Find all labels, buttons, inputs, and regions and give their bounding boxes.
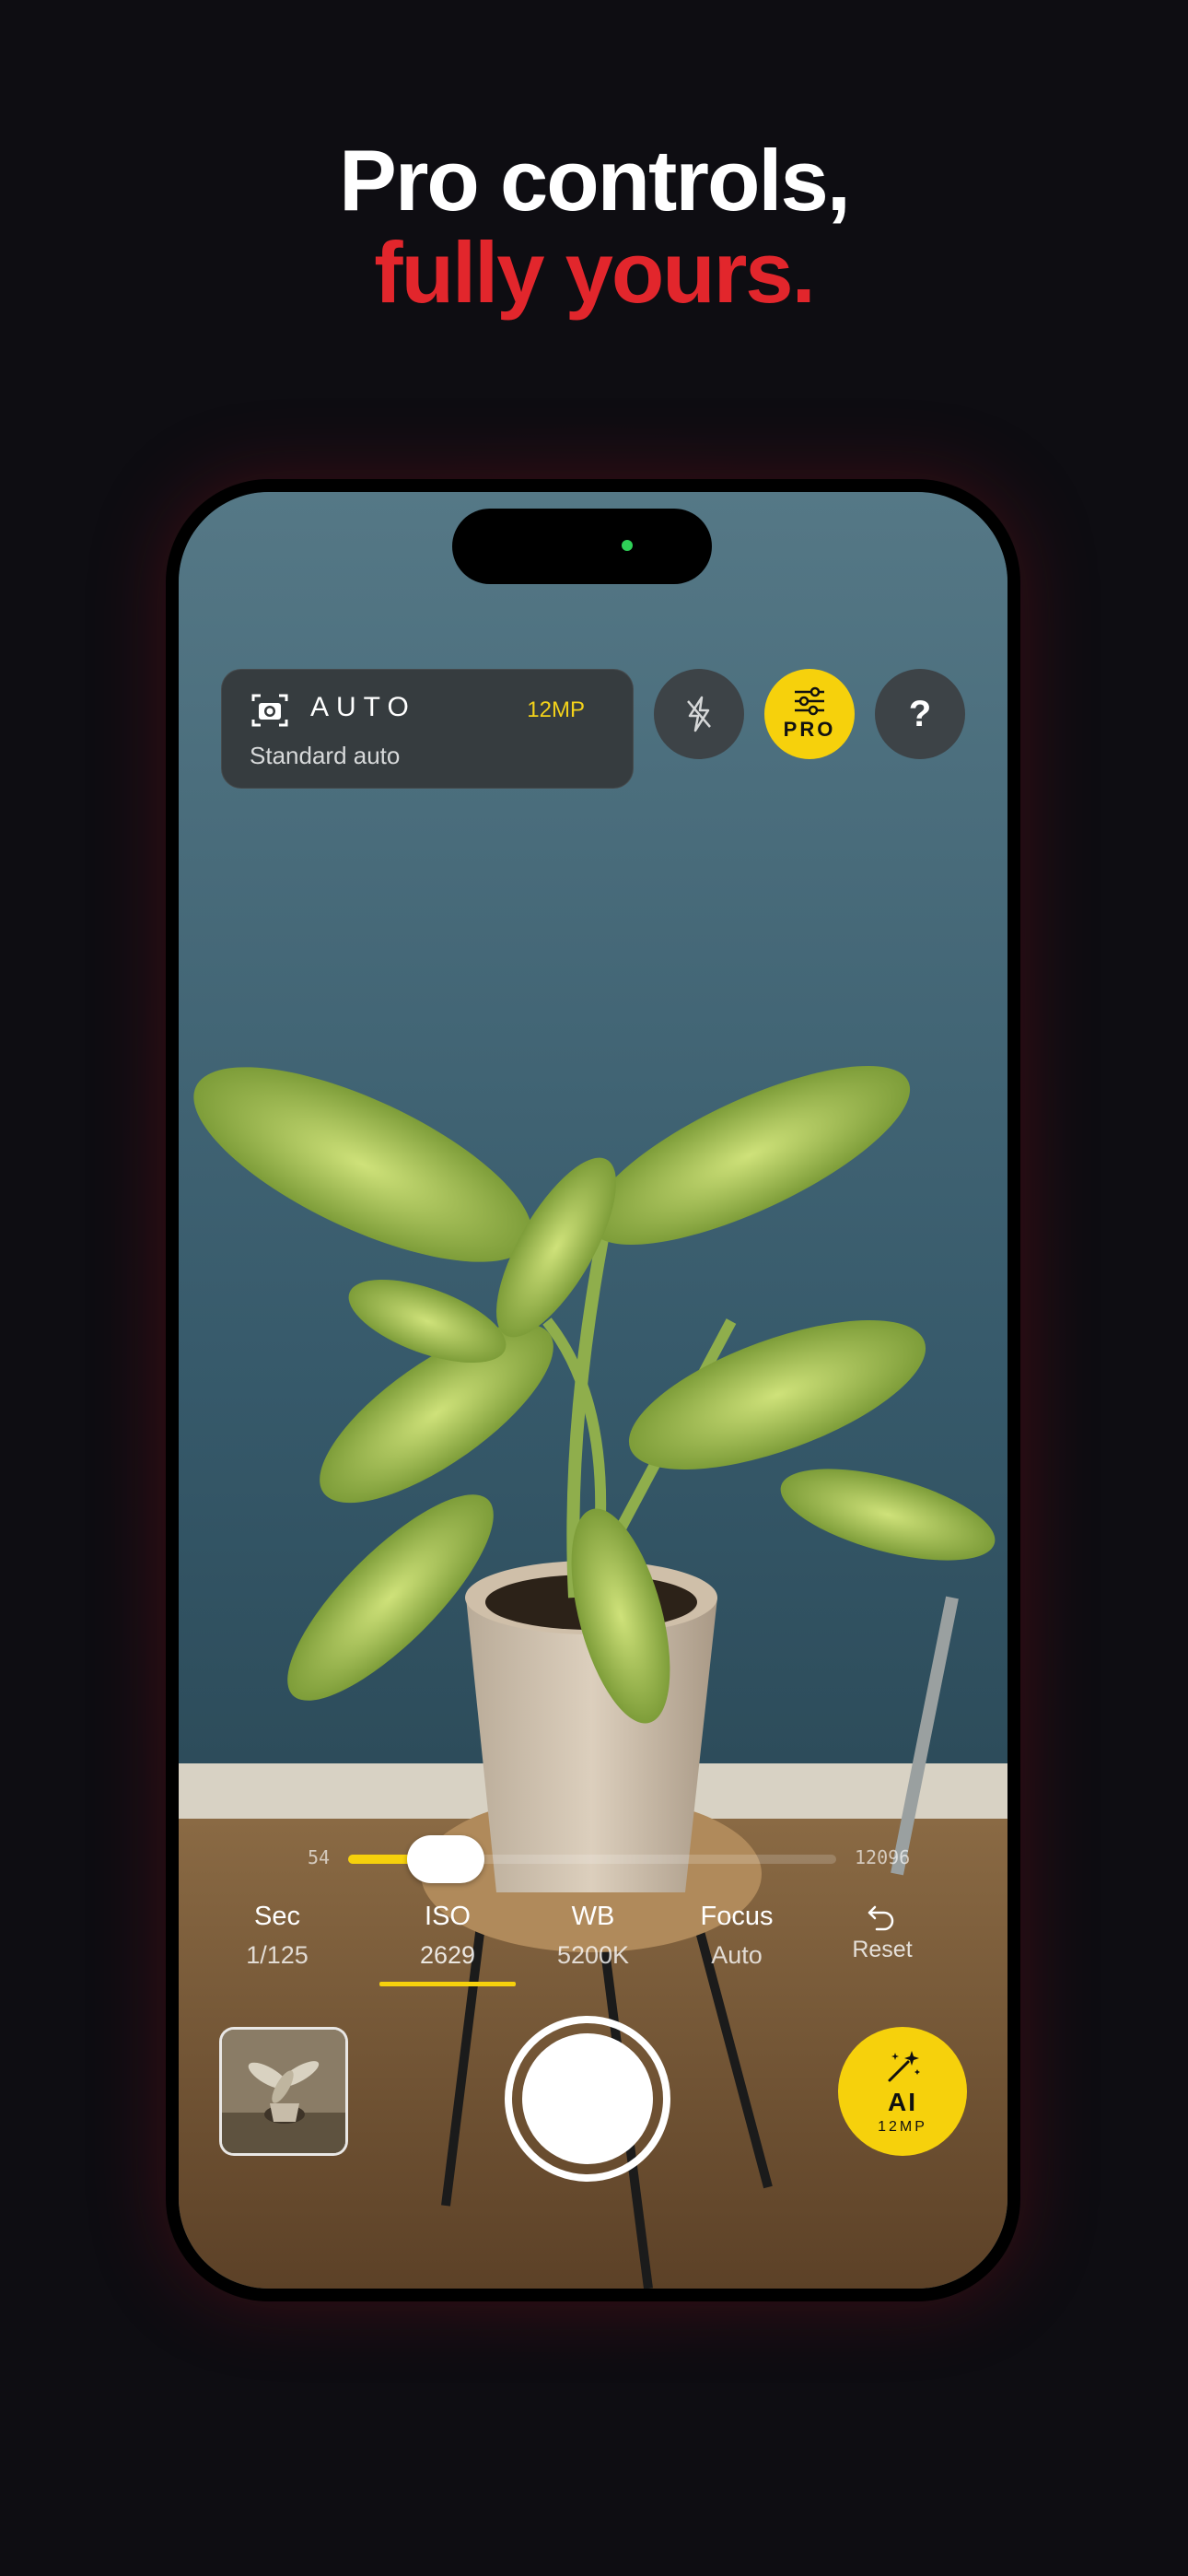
reset-label: Reset <box>852 1937 913 1962</box>
help-label: ? <box>908 693 932 734</box>
magic-wand-icon <box>888 2051 920 2082</box>
param-label: Focus <box>700 1902 774 1931</box>
param-value: 2629 <box>419 1941 476 1969</box>
param-label: Sec <box>254 1902 300 1931</box>
help-button[interactable]: ? <box>875 669 965 759</box>
mode-name: AUTO <box>310 692 416 722</box>
headline-line-1: Pro controls, <box>339 132 851 228</box>
param-white-balance[interactable]: WB 5200K <box>533 1902 653 1970</box>
param-label: ISO <box>425 1902 471 1931</box>
flash-off-icon <box>687 696 711 732</box>
param-label: WB <box>571 1902 615 1931</box>
param-value: 5200K <box>556 1941 630 1969</box>
capture-mode-card[interactable]: AUTO 12MP Standard auto <box>221 669 634 789</box>
active-param-indicator <box>379 1982 516 1986</box>
ai-resolution: 12MP <box>878 2119 927 2135</box>
param-shutter-speed[interactable]: Sec 1/125 <box>217 1902 337 1970</box>
phone-frame: AUTO 12MP Standard auto PRO ? 54 12096 S… <box>166 479 1020 2301</box>
camera-screen: AUTO 12MP Standard auto PRO ? 54 12096 S… <box>179 492 1007 2289</box>
pro-controls-button[interactable]: PRO <box>764 669 855 759</box>
undo-icon <box>868 1905 894 1931</box>
dynamic-island <box>452 509 712 584</box>
param-iso[interactable]: ISO 2629 <box>388 1902 507 1970</box>
flash-button[interactable] <box>654 669 744 759</box>
slider-min-label: 54 <box>308 1846 331 1868</box>
last-photo-thumbnail[interactable] <box>219 2027 348 2156</box>
camera-icon <box>251 694 288 727</box>
camera-indicator-dot <box>622 540 633 551</box>
pro-label: PRO <box>783 718 836 741</box>
slider-max-label: 12096 <box>855 1846 911 1868</box>
ai-capture-button[interactable]: AI 12MP <box>838 2027 967 2156</box>
headline-line-2: fully yours. <box>374 224 815 321</box>
param-value: 1/125 <box>246 1941 309 1969</box>
iso-slider-thumb[interactable] <box>407 1835 484 1883</box>
mode-resolution: 12MP <box>527 697 585 722</box>
param-value: Auto <box>711 1941 763 1969</box>
sliders-icon <box>795 686 824 716</box>
mode-subtitle: Standard auto <box>250 742 401 769</box>
param-focus[interactable]: Focus Auto <box>677 1902 797 1970</box>
shutter-button[interactable] <box>522 2033 653 2164</box>
ai-label: AI <box>888 2088 917 2116</box>
reset-button[interactable]: Reset <box>822 1903 942 1963</box>
thumbnail-image <box>222 2030 345 2153</box>
